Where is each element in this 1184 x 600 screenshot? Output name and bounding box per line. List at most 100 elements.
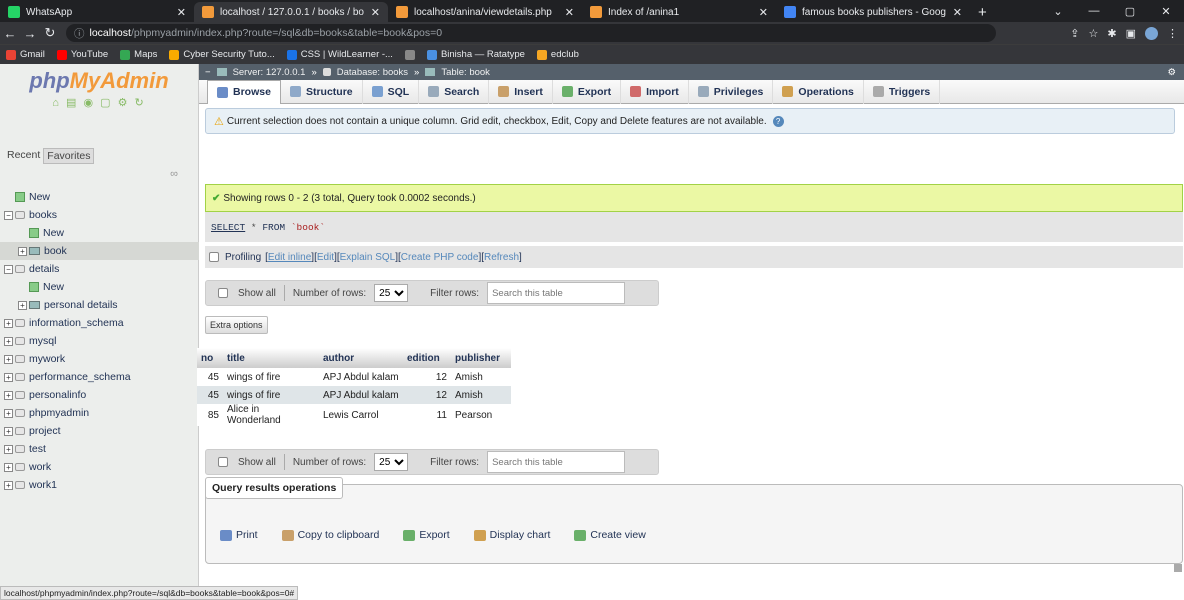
tree-item-label[interactable]: personal details bbox=[44, 299, 118, 311]
column-header-no[interactable]: no bbox=[197, 348, 223, 368]
close-window-button[interactable]: ✕ bbox=[1148, 5, 1184, 18]
column-header-author[interactable]: author bbox=[319, 348, 403, 368]
browser-tab[interactable]: localhost/anina/viewdetails.php ✕ bbox=[388, 2, 582, 22]
tree-item-label[interactable]: mysql bbox=[29, 335, 56, 347]
share-icon[interactable]: ⇪ bbox=[1070, 27, 1079, 40]
expand-toggle-icon[interactable]: + bbox=[4, 480, 13, 490]
bookmark-item[interactable]: Maps bbox=[120, 49, 157, 60]
docs-icon[interactable]: ▢ bbox=[100, 97, 112, 109]
filter-rows-input[interactable]: Search this table bbox=[487, 282, 626, 304]
profiling-link-4[interactable]: Refresh bbox=[484, 252, 519, 263]
bookmark-item[interactable] bbox=[404, 49, 415, 60]
tree-item-personal-details[interactable]: + personal details bbox=[0, 296, 199, 314]
star-icon[interactable]: ☆ bbox=[1089, 27, 1099, 40]
qro-display-chart[interactable]: Display chart bbox=[473, 529, 550, 541]
tree-item-label[interactable]: work bbox=[29, 461, 51, 473]
tree-item-performance_schema[interactable]: + performance_schema bbox=[0, 368, 199, 386]
sql-select-keyword[interactable]: SELECT bbox=[211, 222, 245, 233]
show-all-label[interactable]: Show all bbox=[238, 457, 276, 468]
qro-export[interactable]: Export bbox=[403, 529, 450, 541]
info-icon[interactable]: ⓘ bbox=[74, 26, 85, 41]
minimize-button[interactable]: — bbox=[1076, 5, 1112, 17]
bookmark-item[interactable]: CSS | WildLearner -... bbox=[286, 49, 393, 60]
rows-select[interactable]: 25 bbox=[374, 284, 409, 302]
link-icon[interactable]: ∞ bbox=[170, 168, 178, 180]
expand-toggle-icon[interactable]: + bbox=[4, 426, 13, 436]
close-tab-icon[interactable]: ✕ bbox=[177, 6, 186, 19]
tab-browse[interactable]: Browse bbox=[207, 79, 281, 104]
tab-import[interactable]: Import bbox=[621, 79, 689, 104]
sidepanel-icon[interactable]: ▣ bbox=[1126, 27, 1136, 40]
tree-item-label[interactable]: New bbox=[43, 281, 64, 293]
filter-rows-input[interactable]: Search this table bbox=[487, 451, 626, 473]
bookmark-item[interactable]: Cyber Security Tuto... bbox=[169, 49, 275, 60]
expand-toggle-icon[interactable]: + bbox=[4, 444, 13, 454]
back-icon[interactable]: ← bbox=[0, 26, 20, 41]
profiling-checkbox[interactable] bbox=[209, 252, 219, 262]
tab-privileges[interactable]: Privileges bbox=[689, 79, 774, 104]
profiling-link-2[interactable]: Explain SQL bbox=[340, 252, 396, 263]
tree-item-personalinfo[interactable]: + personalinfo bbox=[0, 386, 199, 404]
breadcrumb-server[interactable]: Server: 127.0.0.1 bbox=[233, 67, 306, 78]
tab-export[interactable]: Export bbox=[553, 79, 622, 104]
show-all-label[interactable]: Show all bbox=[238, 288, 276, 299]
logout-icon[interactable]: ▤ bbox=[66, 97, 78, 109]
rows-select[interactable]: 25 bbox=[374, 453, 409, 471]
tree-item-book[interactable]: + book bbox=[0, 242, 199, 260]
browser-tab[interactable]: WhatsApp ✕ bbox=[0, 2, 194, 22]
recent-tab[interactable]: Recent bbox=[4, 148, 43, 164]
bookmark-item[interactable]: edclub bbox=[536, 49, 579, 60]
browser-tab[interactable]: Index of /anina1 ✕ bbox=[582, 2, 776, 22]
menu-icon[interactable]: ⋮ bbox=[1167, 27, 1178, 40]
browser-tab[interactable]: famous books publishers - Goog ✕ bbox=[776, 2, 970, 22]
phpmyadmin-logo[interactable]: phpMyAdmin bbox=[0, 64, 198, 94]
close-tab-icon[interactable]: ✕ bbox=[953, 6, 962, 19]
tab-insert[interactable]: Insert bbox=[489, 79, 553, 104]
info-help-icon[interactable]: ? bbox=[772, 115, 784, 127]
expand-toggle-icon[interactable]: + bbox=[18, 246, 27, 256]
expand-toggle-icon[interactable]: + bbox=[18, 300, 27, 310]
qro-copy-to-clipboard[interactable]: Copy to clipboard bbox=[281, 529, 379, 541]
close-tab-icon[interactable]: ✕ bbox=[371, 6, 380, 19]
settings-icon[interactable]: ⚙ bbox=[118, 97, 130, 109]
tree-item-label[interactable]: details bbox=[29, 263, 59, 275]
new-tab-button[interactable]: + bbox=[970, 2, 995, 22]
column-header-edition[interactable]: edition bbox=[403, 348, 451, 368]
profiling-link-3[interactable]: Create PHP code bbox=[401, 252, 479, 263]
favorites-tab[interactable]: Favorites bbox=[43, 148, 95, 164]
bookmark-item[interactable]: YouTube bbox=[56, 49, 108, 60]
tree-item-work1[interactable]: + work1 bbox=[0, 476, 199, 494]
close-tab-icon[interactable]: ✕ bbox=[759, 6, 768, 19]
column-header-title[interactable]: title bbox=[223, 348, 319, 368]
extra-options-button[interactable]: Extra options bbox=[205, 316, 268, 334]
expand-toggle-icon[interactable]: + bbox=[4, 336, 13, 346]
tree-item-label[interactable]: information_schema bbox=[29, 317, 124, 329]
tree-item-label[interactable]: phpmyadmin bbox=[29, 407, 89, 419]
profiling-link-1[interactable]: Edit bbox=[317, 252, 334, 263]
tab-operations[interactable]: Operations bbox=[773, 79, 864, 104]
tree-item-details[interactable]: − details bbox=[0, 260, 199, 278]
breadcrumb-database[interactable]: Database: books bbox=[337, 67, 408, 78]
help-icon[interactable]: ◉ bbox=[83, 97, 95, 109]
tree-item-label[interactable]: work1 bbox=[29, 479, 57, 491]
expand-toggle-icon[interactable]: + bbox=[4, 354, 13, 364]
breadcrumb-table[interactable]: Table: book bbox=[441, 67, 490, 78]
tree-item-label[interactable]: books bbox=[29, 209, 57, 221]
reload-icon[interactable]: ↻ bbox=[40, 25, 60, 41]
tab-structure[interactable]: Structure bbox=[281, 79, 363, 104]
tree-item-New[interactable]: New bbox=[0, 278, 199, 296]
tab-search-icon[interactable]: ⌄ bbox=[1040, 5, 1076, 18]
tree-item-label[interactable]: New bbox=[29, 191, 50, 203]
close-tab-icon[interactable]: ✕ bbox=[565, 6, 574, 19]
expand-toggle-icon[interactable]: + bbox=[4, 462, 13, 472]
expand-toggle-icon[interactable]: + bbox=[4, 390, 13, 400]
tree-item-project[interactable]: + project bbox=[0, 422, 199, 440]
expand-toggle-icon[interactable]: − bbox=[4, 210, 13, 220]
tree-item-work[interactable]: + work bbox=[0, 458, 199, 476]
bookmark-item[interactable]: Gmail bbox=[6, 49, 45, 60]
tree-item-New[interactable]: New bbox=[0, 188, 199, 206]
browser-tab[interactable]: localhost / 127.0.0.1 / books / bo ✕ bbox=[194, 2, 388, 22]
qro-create-view[interactable]: Create view bbox=[574, 529, 646, 541]
forward-icon[interactable]: → bbox=[20, 26, 40, 41]
expand-toggle-icon[interactable]: + bbox=[4, 372, 13, 382]
